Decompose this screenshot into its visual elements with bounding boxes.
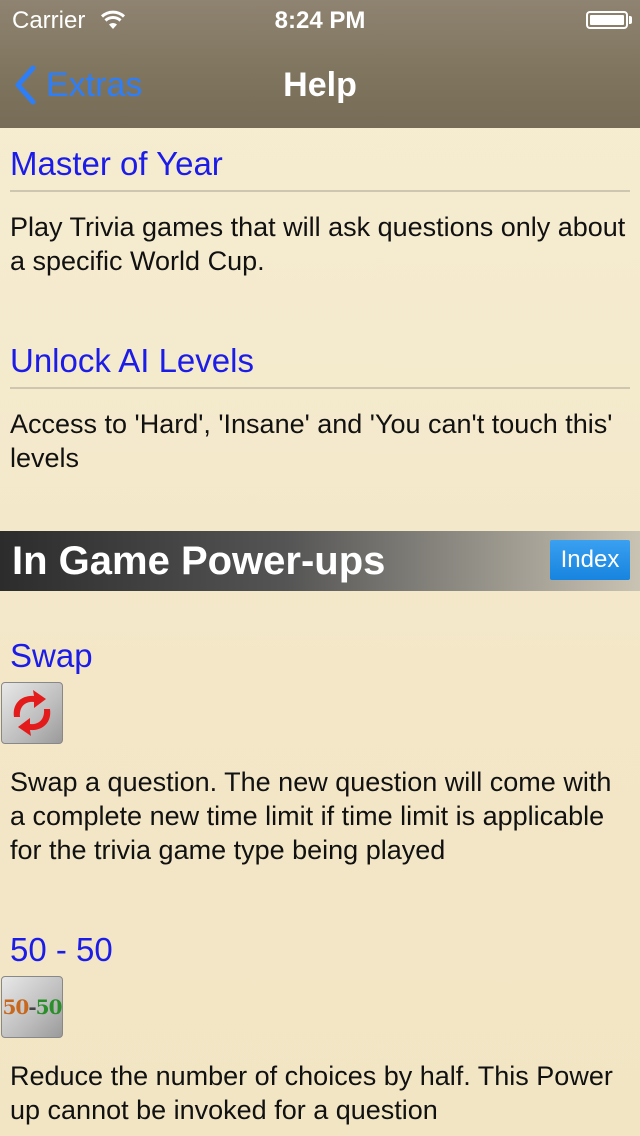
- powerup-description: Reduce the number of choices by half. Th…: [10, 1061, 613, 1125]
- entry-description: Access to 'Hard', 'Insane' and 'You can'…: [10, 409, 613, 473]
- powerup-fifty-fifty-description-block: Reduce the number of choices by half. Th…: [0, 1059, 640, 1127]
- status-time: 8:24 PM: [274, 7, 366, 34]
- index-button[interactable]: Index: [550, 540, 630, 580]
- section-header: In Game Power-ups Index: [0, 531, 640, 591]
- battery-icon: [586, 11, 632, 29]
- powerup-description: Swap a question. The new question will c…: [10, 767, 612, 865]
- powerup-title: Swap: [10, 637, 93, 674]
- help-entry-master-of-year: Master of Year Play Trivia games that wi…: [0, 144, 640, 278]
- page-title: Help: [283, 66, 357, 104]
- entry-title: Master of Year: [10, 145, 223, 182]
- divider: [10, 190, 630, 192]
- entry-description: Play Trivia games that will ask question…: [10, 212, 626, 276]
- section-title: In Game Power-ups: [12, 539, 386, 583]
- powerup-swap: Swap: [0, 636, 640, 676]
- powerup-title: 50 - 50: [10, 931, 113, 968]
- swap-icon: [1, 682, 63, 744]
- help-screen: Carrier 8:24 PM Extras Help Master of Ye…: [0, 0, 640, 1136]
- fifty-fifty-icon: 50-50: [1, 976, 63, 1038]
- help-entry-unlock-ai-levels: Unlock AI Levels Access to 'Hard', 'Insa…: [0, 341, 640, 475]
- navigation-bar: Carrier 8:24 PM Extras Help: [0, 0, 640, 128]
- powerup-fifty-fifty: 50 - 50: [0, 930, 640, 970]
- powerup-swap-description-block: Swap a question. The new question will c…: [0, 765, 640, 867]
- divider: [10, 387, 630, 389]
- entry-title: Unlock AI Levels: [10, 342, 254, 379]
